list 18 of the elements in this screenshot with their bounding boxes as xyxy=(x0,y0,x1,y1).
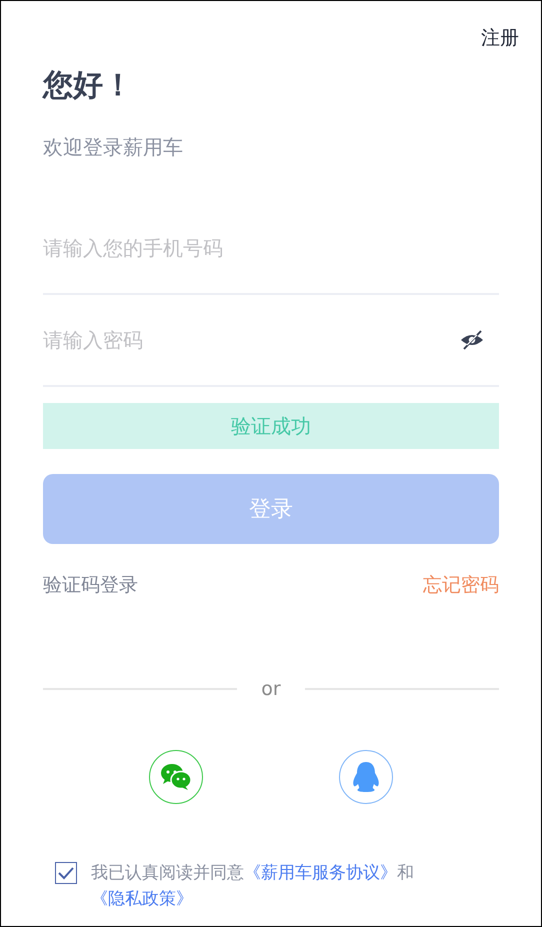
phone-field[interactable]: 请输入您的手机号码 xyxy=(43,228,499,268)
chat-bubbles-icon xyxy=(160,763,192,791)
password-field[interactable]: 请输入密码 xyxy=(43,320,459,360)
code-login-link[interactable]: 验证码登录 xyxy=(43,572,138,598)
privacy-link[interactable]: 《隐私政策》 xyxy=(91,889,193,909)
or-divider-text: or xyxy=(261,678,281,700)
forgot-password-link[interactable]: 忘记密码 xyxy=(423,572,499,598)
terms-link[interactable]: 《薪用车服务协议》 xyxy=(244,863,397,883)
agreement-text: 我已认真阅读并同意《薪用车服务协议》和 《隐私政策》 xyxy=(91,862,415,911)
greeting-title: 您好！ xyxy=(43,67,134,105)
chat-login-button[interactable] xyxy=(149,750,203,804)
welcome-subtitle: 欢迎登录薪用车 xyxy=(43,134,184,161)
penguin-icon xyxy=(352,761,380,793)
eye-hidden-icon[interactable] xyxy=(459,329,485,351)
agreement-checkbox[interactable] xyxy=(55,862,77,884)
register-link[interactable]: 注册 xyxy=(481,25,519,51)
verification-status: 验证成功 xyxy=(43,403,499,449)
penguin-login-button[interactable] xyxy=(339,750,393,804)
